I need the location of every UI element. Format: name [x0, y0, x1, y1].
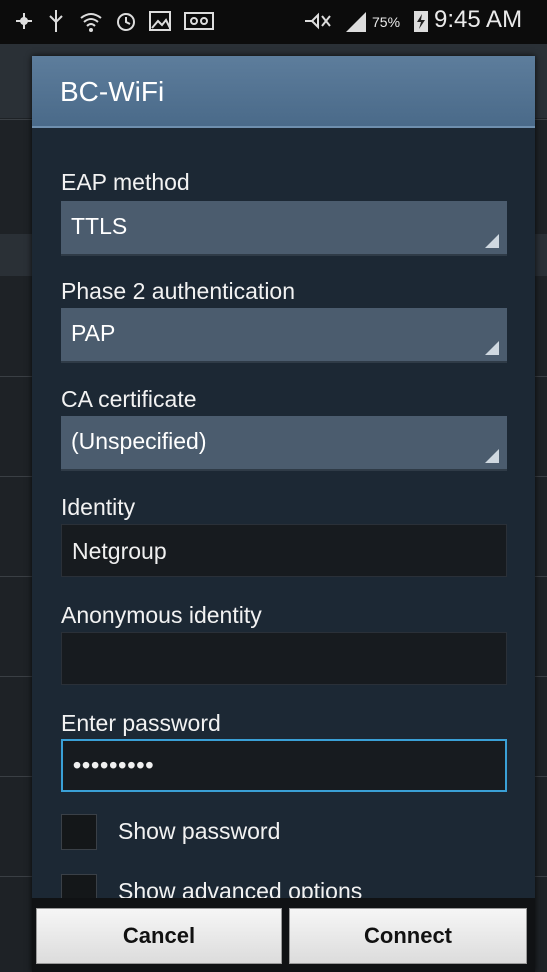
wifi-signal-icon — [16, 13, 32, 29]
anonymous-identity-label: Anonymous identity — [61, 602, 262, 628]
ca-certificate-label: CA certificate — [61, 386, 197, 412]
battery-percent: 75% — [372, 14, 401, 30]
voicemail-icon — [184, 12, 214, 30]
eap-method-value: TTLS — [71, 213, 128, 239]
wifi-icon — [80, 13, 102, 32]
eap-method-label: EAP method — [61, 169, 190, 195]
password-value: ••••••••• — [73, 752, 155, 778]
dialog-button-bar: Cancel Connect — [32, 898, 535, 972]
ca-certificate-value: (Unspecified) — [71, 428, 207, 454]
cancel-button[interactable]: Cancel — [36, 908, 282, 964]
status-bar: 75% 9:45 AM — [0, 0, 547, 44]
alarm-icon — [117, 13, 135, 31]
show-password-row[interactable]: Show password — [61, 814, 507, 854]
show-password-label: Show password — [118, 818, 281, 844]
dropdown-corner-icon — [485, 234, 499, 248]
ca-certificate-dropdown[interactable]: (Unspecified) — [61, 416, 507, 471]
cell-signal-icon — [346, 12, 366, 32]
anonymous-identity-field[interactable] — [61, 632, 507, 685]
connect-button[interactable]: Connect — [289, 908, 527, 964]
show-advanced-label: Show advanced options — [118, 878, 363, 898]
password-label: Enter password — [61, 710, 221, 736]
clock: 9:45 AM — [434, 6, 523, 33]
mute-icon — [305, 12, 331, 30]
password-field[interactable]: ••••••••• — [61, 739, 507, 792]
identity-value: Netgroup — [72, 538, 167, 564]
image-icon — [149, 11, 171, 31]
wifi-connect-dialog: BC-WiFi EAP method TTLS Phase 2 authenti… — [32, 56, 535, 972]
phase2-auth-label: Phase 2 authentication — [61, 278, 296, 304]
show-advanced-row[interactable]: Show advanced options — [61, 874, 507, 898]
battery-charging-icon — [414, 11, 428, 32]
show-password-checkbox[interactable] — [61, 814, 97, 850]
dialog-title: BC-WiFi — [60, 76, 165, 107]
show-advanced-checkbox[interactable] — [61, 874, 97, 898]
usb-icon — [49, 10, 63, 32]
dropdown-corner-icon — [485, 341, 499, 355]
phase2-auth-dropdown[interactable]: PAP — [61, 308, 507, 363]
identity-label: Identity — [61, 494, 136, 520]
dropdown-corner-icon — [485, 449, 499, 463]
identity-field[interactable]: Netgroup — [61, 524, 507, 577]
dialog-header: BC-WiFi — [32, 56, 535, 128]
eap-method-dropdown[interactable]: TTLS — [61, 201, 507, 256]
phase2-auth-value: PAP — [71, 320, 116, 346]
